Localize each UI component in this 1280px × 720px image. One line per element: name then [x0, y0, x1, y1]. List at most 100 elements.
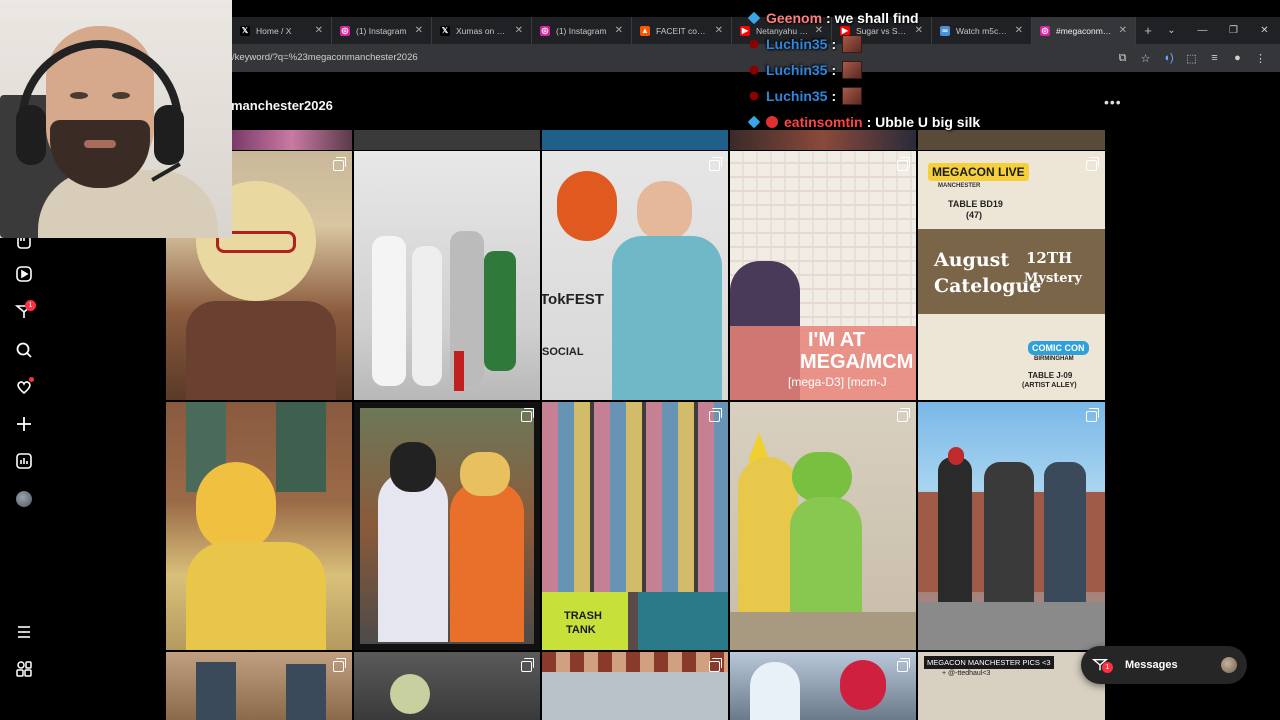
sidebar-item-search[interactable] — [12, 338, 36, 362]
sidebar-item-also-from-meta[interactable] — [12, 657, 36, 681]
social-text: SOCIAL — [542, 346, 584, 358]
faceit-icon: ▲ — [640, 25, 650, 36]
subscriber-badge-icon — [747, 11, 761, 25]
chevron-down-icon[interactable]: ⌄ — [1156, 17, 1187, 44]
sidebar-item-messages[interactable]: 1 — [12, 300, 36, 324]
post-merch-stall[interactable]: TRASH TANK — [542, 402, 728, 650]
post-thumbnail[interactable] — [542, 130, 728, 150]
post-batman-cosplay[interactable] — [918, 402, 1105, 650]
profile-avatar-icon[interactable]: ● — [1226, 44, 1249, 72]
chat-text: : — [831, 88, 837, 104]
viewer-badge-icon — [749, 65, 759, 75]
screen: 𝕏 Home / X ✕ ◎ (1) Instagram ✕ 𝕏 Xumas on X: ".… — [0, 0, 1280, 720]
sidebar-item-dashboard[interactable] — [12, 449, 36, 473]
instagram-icon: ◎ — [540, 25, 550, 36]
apps-grid-icon — [16, 661, 32, 677]
browser-tab[interactable]: ▲ FACEIT compet... ✕ — [632, 17, 732, 44]
window-controls: ⌄ — ❐ ✕ — [1156, 17, 1280, 44]
notification-dot — [29, 377, 34, 382]
post-tokfest-puppet[interactable]: TokFEST SOCIAL — [542, 151, 728, 400]
messages-button[interactable]: 1 Messages — [1081, 646, 1247, 684]
browser-tab[interactable]: ◎ (1) Instagram ✕ — [332, 17, 432, 44]
minimize-icon[interactable]: — — [1187, 17, 1218, 44]
post-frog-cosplay[interactable] — [730, 402, 916, 650]
post-thumbnail[interactable] — [232, 130, 352, 150]
chat-text: : — [831, 36, 837, 52]
bookmark-star-icon[interactable]: ☆ — [1134, 44, 1157, 72]
sidebar-item-notifications[interactable] — [12, 375, 36, 399]
tank-text: TANK — [566, 624, 596, 636]
tab-title: (1) Instagram — [556, 25, 607, 36]
post-thumbnail[interactable] — [918, 130, 1105, 150]
headset-cup — [154, 105, 184, 165]
post-megacon-pics[interactable]: MEGACON MANCHESTER PICS <3 + @-ttedhaul<… — [918, 652, 1105, 720]
tab-title: Xumas on X: "... — [456, 25, 511, 36]
chat-message: Luchin35: — [748, 86, 863, 106]
profile-avatar — [16, 491, 32, 507]
chat-username: Luchin35 — [766, 62, 828, 78]
chat-emote — [842, 35, 863, 53]
extra-badge-icon — [766, 116, 778, 128]
chat-emote — [842, 87, 863, 105]
address-bar[interactable]: /keyword/?q=%23megaconmanchester2026 — [232, 52, 418, 63]
chat-username: Geenom — [766, 10, 823, 26]
messages-avatar — [1221, 657, 1237, 673]
trash-text: TRASH — [564, 610, 602, 622]
post-naruto-cosplay[interactable] — [354, 402, 540, 650]
post-thumbnail[interactable] — [354, 652, 540, 720]
sidebar-item-create[interactable] — [12, 412, 36, 436]
media-controls-icon[interactable]: ≡ — [1203, 44, 1226, 72]
browser-tab[interactable]: ◎ (1) Instagram ✕ — [532, 17, 632, 44]
sidebar-item-more[interactable] — [12, 620, 36, 644]
post-thumbnail[interactable] — [542, 652, 728, 720]
messages-label: Messages — [1125, 659, 1178, 671]
chat-emote — [842, 61, 863, 79]
chat-text: : Ubble U big silk — [866, 114, 981, 130]
tab-title: Home / X — [256, 25, 292, 36]
viewer-badge-icon — [749, 39, 759, 49]
browser-tab[interactable]: 𝕏 Xumas on X: "... ✕ — [432, 17, 532, 44]
im-at-text: I'M AT — [808, 329, 865, 351]
browser-menu-icon[interactable]: ⋮ — [1249, 44, 1272, 72]
post-thumbnail[interactable] — [730, 652, 916, 720]
close-tab-icon[interactable]: ✕ — [615, 25, 623, 36]
tab-title: FACEIT compet... — [656, 25, 711, 36]
megacon-logo-text: MEGACON LIVE — [928, 163, 1029, 181]
close-tab-icon[interactable]: ✕ — [715, 25, 723, 36]
hashtag-title: manchester2026 — [231, 98, 333, 113]
pics-handle-text: + @-ttedhaul<3 — [942, 670, 991, 677]
post-thumbnail[interactable] — [730, 130, 916, 150]
post-thumbnail[interactable] — [166, 652, 352, 720]
chat-message: Luchin35: — [748, 60, 863, 80]
webcam-overlay — [0, 0, 232, 238]
stream-chat-overlay: Geenom: we shall find Luchin35: Luchin35: L… — [747, 8, 1108, 132]
sidebar-item-reels[interactable] — [12, 262, 36, 286]
post-thumbnail[interactable] — [354, 130, 540, 150]
subscriber-badge-icon — [747, 115, 761, 129]
reels-icon — [16, 266, 32, 282]
close-window-icon[interactable]: ✕ — [1249, 17, 1280, 44]
multiple-posts-icon — [1086, 157, 1099, 171]
toolbar-icons: ⧉ ☆ ◖) ⬚ ≡ ● ⋮ — [1111, 44, 1272, 72]
maximize-icon[interactable]: ❐ — [1218, 17, 1249, 44]
multiple-posts-icon — [333, 157, 346, 171]
sidebar-item-profile[interactable] — [12, 487, 36, 511]
post-yellow-cosplay[interactable] — [166, 402, 352, 650]
birmingham-text: BIRMINGHAM — [1034, 356, 1074, 362]
close-tab-icon[interactable]: ✕ — [1119, 25, 1127, 36]
close-tab-icon[interactable]: ✕ — [315, 25, 323, 36]
multiple-posts-icon — [897, 157, 910, 171]
multiple-posts-icon — [709, 658, 722, 672]
tab-title: (1) Instagram — [356, 25, 407, 36]
post-august-catalogue[interactable]: MEGACON LIVE MANCHESTER TABLE BD19 (47) … — [918, 151, 1105, 400]
post-artist-table-map[interactable]: I'M AT MEGA/MCM [mega-D3] [mcm-J — [730, 151, 916, 400]
close-tab-icon[interactable]: ✕ — [515, 25, 523, 36]
search-icon — [16, 342, 32, 358]
post-group-cosplay[interactable] — [354, 151, 540, 400]
plus-icon — [17, 417, 31, 431]
browser-tab[interactable]: 𝕏 Home / X ✕ — [232, 17, 332, 44]
install-app-icon[interactable]: ⧉ — [1111, 44, 1134, 72]
extensions-puzzle-icon[interactable]: ⬚ — [1180, 44, 1203, 72]
close-tab-icon[interactable]: ✕ — [415, 25, 423, 36]
extension-audio-icon[interactable]: ◖) — [1157, 44, 1180, 72]
